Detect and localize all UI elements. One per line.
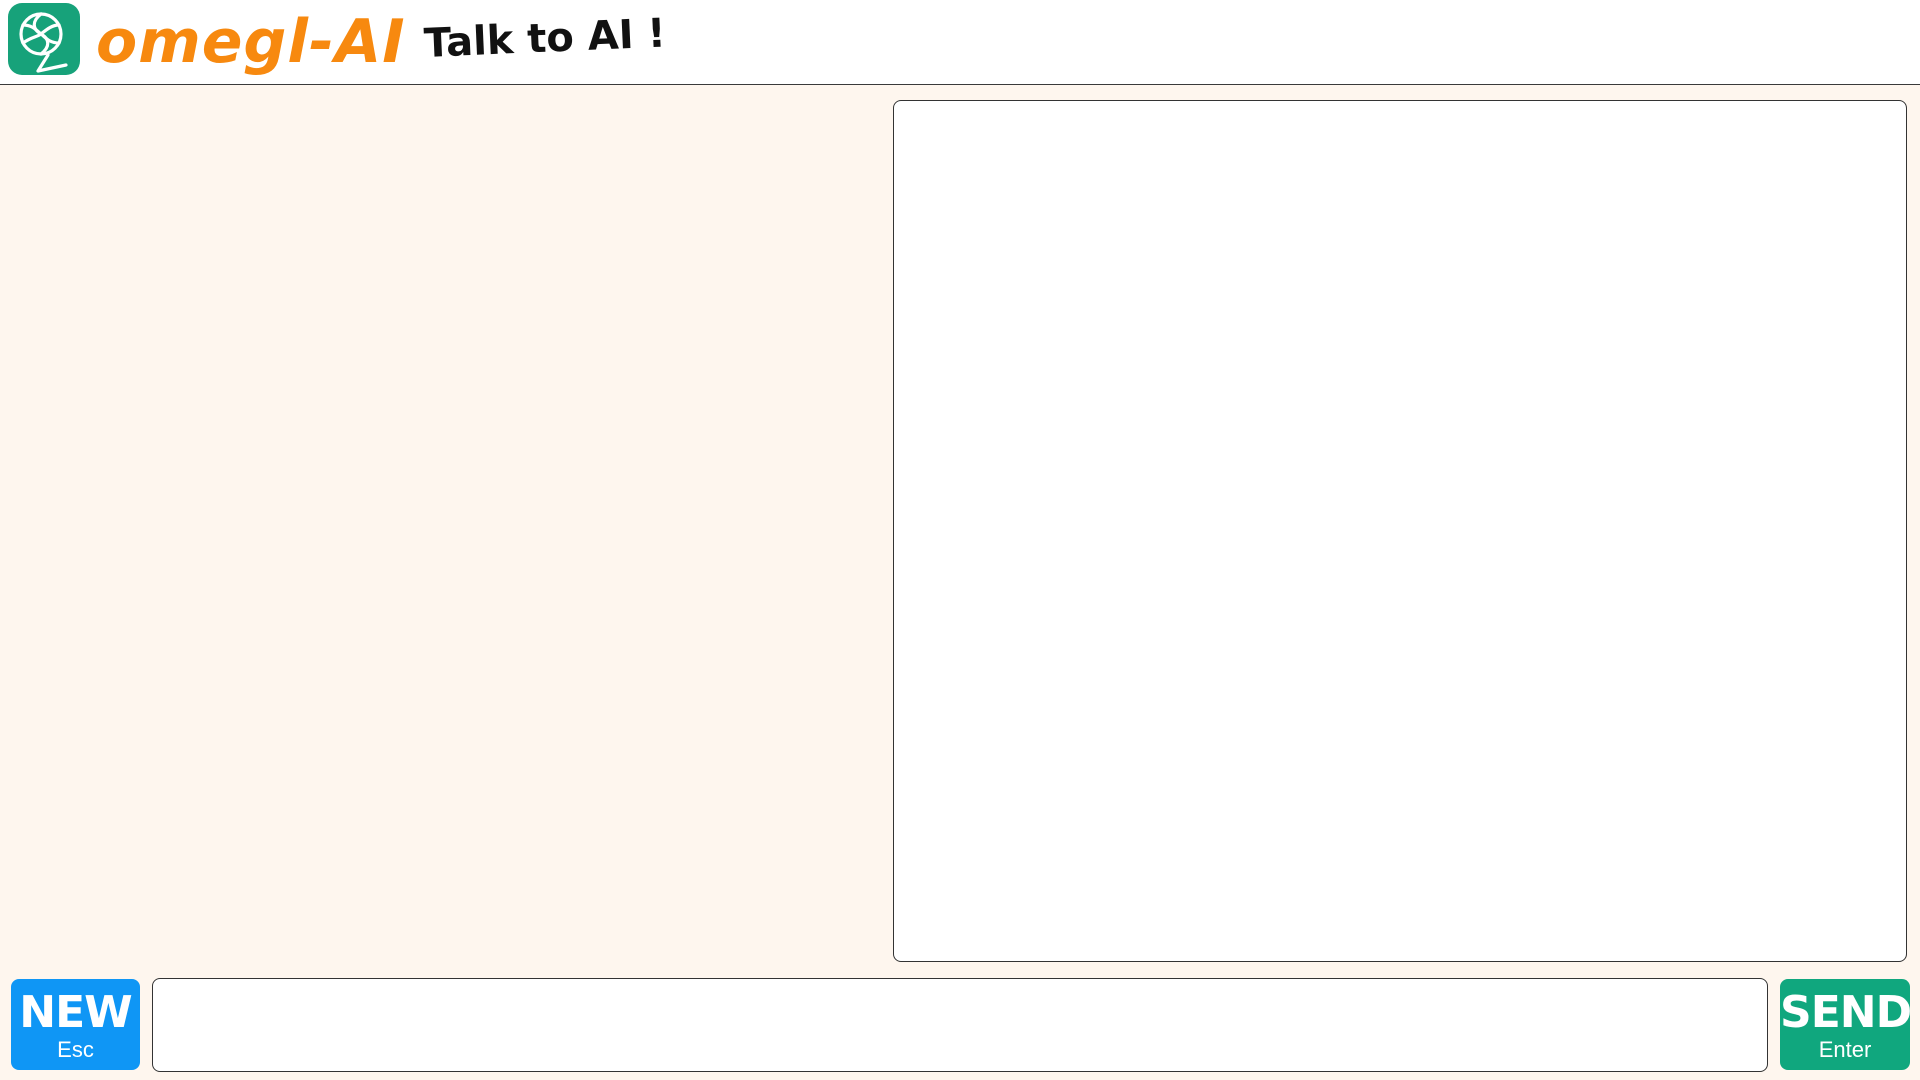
- app-header: omegl-AI Talk to AI !: [0, 0, 1920, 85]
- new-chat-button[interactable]: NEW Esc: [11, 979, 140, 1070]
- app-logo-text[interactable]: omegl-AI: [96, 2, 406, 82]
- send-button[interactable]: SEND Enter: [1780, 979, 1912, 1070]
- video-area: [0, 86, 880, 966]
- page-tagline: Talk to AI !: [422, 10, 667, 67]
- send-button-shortcut: Enter: [1818, 1037, 1872, 1062]
- send-button-label: SEND: [1780, 987, 1912, 1038]
- new-button-shortcut: Esc: [57, 1037, 94, 1062]
- new-button-label: NEW: [19, 987, 132, 1038]
- openai-logo-icon[interactable]: [8, 3, 80, 75]
- input-bar: NEW Esc SEND Enter: [0, 966, 1920, 1080]
- message-input[interactable]: [152, 978, 1768, 1072]
- chat-log[interactable]: [893, 100, 1907, 962]
